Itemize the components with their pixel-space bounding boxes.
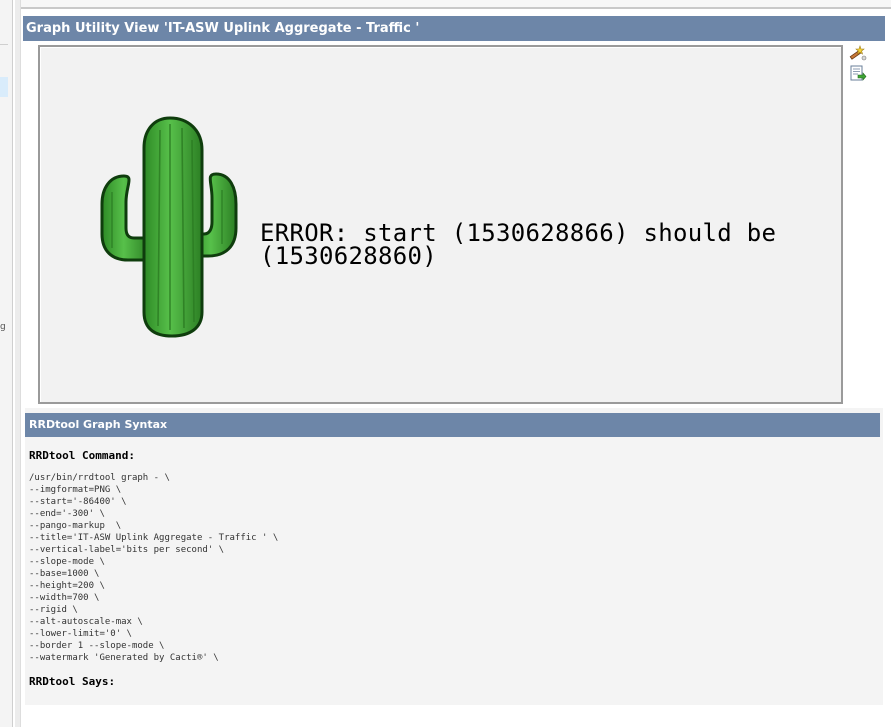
command-line: --watermark 'Generated by Cacti®' \ [29,653,219,663]
section-header: RRDtool Graph Syntax [25,413,880,437]
command-line: --base=1000 \ [29,569,100,579]
command-line: --border 1 --slope-mode \ [29,641,165,651]
sidebar-divider [0,44,8,45]
graph-utility-panel: Graph Utility View 'IT-ASW Uplink Aggreg… [21,13,888,727]
command-line: --slope-mode \ [29,557,105,567]
sidebar-truncated-text: g [0,322,6,332]
command-line: --alt-autoscale-max \ [29,617,143,627]
command-line: /usr/bin/rrdtool graph - \ [29,473,170,483]
zoom-wand-icon[interactable] [849,45,867,61]
rrdtool-syntax-panel: RRDtool Graph Syntax RRDtool Command: /u… [25,408,883,705]
sidebar-selected-item[interactable] [0,77,8,97]
command-line: --pango-markup \ [29,521,122,531]
command-line: --lower-limit='0' \ [29,629,132,639]
top-strip: — · · [21,0,891,9]
command-line: --imgformat=PNG \ [29,485,122,495]
graph-tools [849,45,869,85]
command-line: --title='IT-ASW Uplink Aggregate - Traff… [29,533,279,543]
page-title: Graph Utility View 'IT-ASW Uplink Aggreg… [23,16,885,41]
rrdtool-command-text: /usr/bin/rrdtool graph - \ --imgformat=P… [29,472,278,664]
graph-error-message: ERROR: start (1530628866) should be (153… [260,219,777,270]
top-strip-text: — · · [865,0,885,3]
command-line: --rigid \ [29,605,78,615]
export-csv-icon[interactable] [849,65,867,81]
command-line: --width=700 \ [29,593,100,603]
command-line: --end='-300' \ [29,509,105,519]
command-line: --height=200 \ [29,581,105,591]
command-line: --start='-86400' \ [29,497,127,507]
left-sidebar: g [0,0,13,727]
rrdtool-command-label: RRDtool Command: [29,449,135,462]
command-line: --vertical-label='bits per second' \ [29,545,225,555]
cacti-logo-icon [100,116,238,338]
graph-image[interactable]: ERROR: start (1530628866) should be (153… [38,45,843,404]
rrdtool-says-label: RRDtool Says: [29,675,116,688]
